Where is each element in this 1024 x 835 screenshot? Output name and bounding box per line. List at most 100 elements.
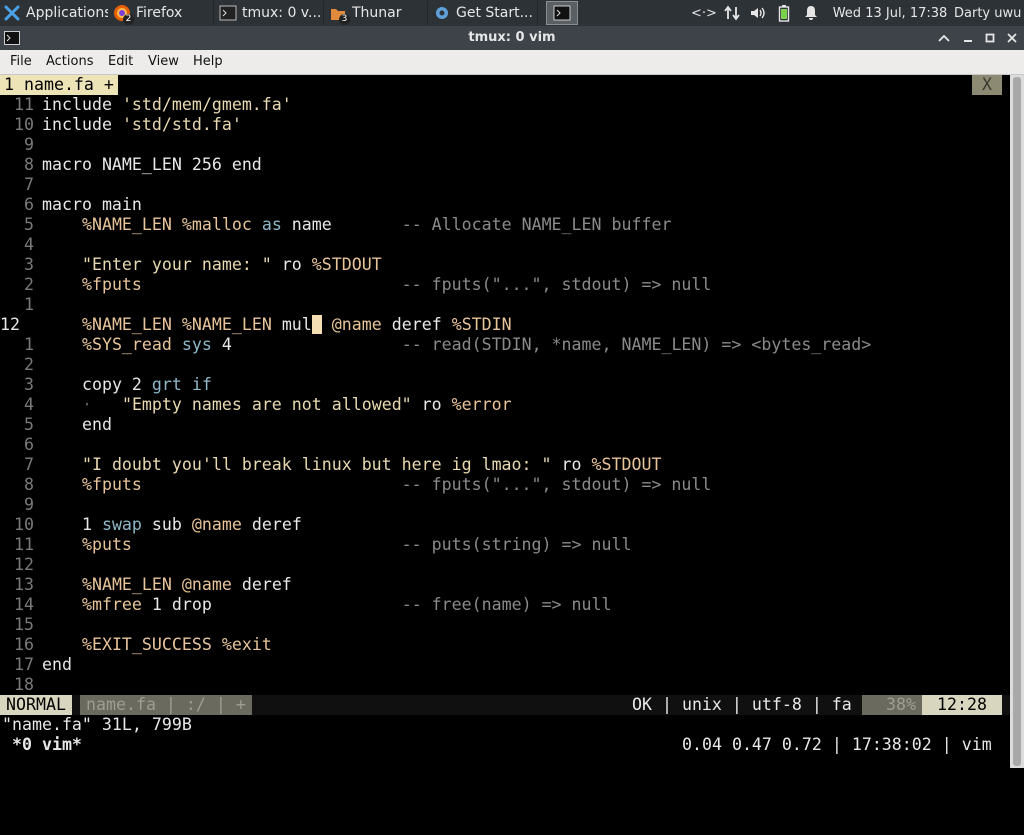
user-name: Darty uwu	[954, 5, 1022, 21]
xfce-logo-icon	[3, 4, 21, 22]
line-text: 1 swap sub @name deref	[42, 515, 302, 534]
vim-tab-name-fa[interactable]: 1 name.fa +	[0, 75, 118, 95]
line-number: 12	[14, 555, 34, 574]
vim-statusline: NORMAL name.fa | :/ | + OK | unix | utf-…	[0, 695, 1010, 715]
code-line[interactable]: 16 %EXIT_SUCCESS %exit	[0, 635, 272, 655]
code-line[interactable]: 9	[0, 495, 42, 515]
code-line[interactable]: 11 %puts -- puts(string) => null	[0, 535, 631, 555]
minimize-icon[interactable]	[958, 28, 978, 48]
code-line[interactable]: 1	[0, 295, 42, 315]
clock[interactable]: Wed 13 Jul, 17:38	[828, 0, 952, 26]
line-number: 4	[24, 395, 34, 414]
code-line[interactable]: 6 macro main	[0, 195, 142, 215]
code-line[interactable]: 14 %mfree 1 drop -- free(name) => null	[0, 595, 612, 615]
line-number: 3	[24, 375, 34, 394]
line-number: 17	[14, 655, 34, 674]
vim-mode: NORMAL	[0, 695, 72, 715]
line-text: %SYS_read sys 4 -- read(STDIN, *name, NA…	[81, 335, 872, 354]
top-panel: Applications 2 Firefox tmux: 0 v... 3 Th…	[0, 0, 1024, 26]
task-badge: 2	[123, 14, 134, 25]
active-terminal-button[interactable]	[546, 1, 578, 25]
line-text: %fputs -- fputs("...", stdout) => null	[81, 275, 712, 294]
window-titlebar[interactable]: tmux: 0 vim	[0, 26, 1024, 50]
line-number: 6	[24, 435, 34, 454]
code-line[interactable]: 5 %NAME_LEN %malloc as name -- Allocate …	[0, 215, 671, 235]
code-line[interactable]: 1 %SYS_read sys 4 -- read(STDIN, *name, …	[0, 335, 871, 355]
line-number: 7	[24, 175, 34, 194]
code-line[interactable]: 3 "Enter your name: " ro %STDOUT	[0, 255, 382, 275]
line-text: %puts -- puts(string) => null	[81, 535, 632, 554]
line-number: 3	[24, 255, 34, 274]
user-menu[interactable]: Darty uwu	[954, 0, 1024, 26]
text-cursor	[311, 315, 322, 334]
line-number: 10	[14, 115, 34, 134]
shade-icon[interactable]	[934, 28, 954, 48]
code-line[interactable]: 9	[0, 135, 42, 155]
menu-bar: File Actions Edit View Help	[0, 50, 1024, 75]
line-number: 5	[24, 415, 34, 434]
close-icon[interactable]	[1002, 28, 1022, 48]
vim-status-file: name.fa | :/ | +	[80, 695, 252, 715]
network-icon[interactable]: <·>	[690, 0, 718, 26]
code-line[interactable]: 8 macro NAME_LEN 256 end	[0, 155, 262, 175]
terminal-icon	[553, 4, 571, 22]
vim-status-info: OK | unix | utf-8 | fa	[632, 695, 852, 714]
code-line[interactable]: 2	[0, 355, 42, 375]
vim-message-line: "name.fa" 31L, 799B	[2, 715, 192, 734]
task-get-started[interactable]: Get Start...	[430, 1, 538, 25]
code-line[interactable]: 3 copy 2 grt if	[0, 375, 212, 395]
task-tmux[interactable]: tmux: 0 v...	[216, 1, 324, 25]
code-line[interactable]: 15	[0, 615, 42, 635]
line-text: %mfree 1 drop -- free(name) => null	[81, 595, 612, 614]
firefox-icon: 2	[113, 4, 134, 25]
line-text: end	[81, 415, 112, 434]
line-text: "Enter your name: " ro %STDOUT	[81, 255, 382, 274]
line-text: %NAME_LEN %malloc as name -- Allocate NA…	[81, 215, 672, 234]
line-number: 2	[24, 275, 34, 294]
menu-file[interactable]: File	[10, 54, 32, 69]
vim-tab-close-button[interactable]: X	[972, 75, 1002, 95]
code-line[interactable]: 17 end	[0, 655, 72, 675]
terminal-scrollbar[interactable]	[1010, 75, 1024, 768]
code-line[interactable]: 12	[0, 555, 42, 575]
transfer-arrows-icon[interactable]	[720, 0, 744, 26]
code-line[interactable]: 11 include 'std/mem/gmem.fa'	[0, 95, 292, 115]
menu-edit[interactable]: Edit	[108, 54, 133, 69]
notification-bell-icon[interactable]	[800, 0, 822, 26]
line-number: 9	[24, 135, 34, 154]
network-glyph: <·>	[691, 5, 717, 21]
line-text: copy 2 grt if	[81, 375, 212, 394]
code-line[interactable]: 2 %fputs -- fputs("...", stdout) => null	[0, 275, 711, 295]
applications-menu[interactable]: Applications	[0, 1, 108, 25]
scrollbar-thumb[interactable]	[1013, 77, 1021, 766]
code-line[interactable]: 6	[0, 435, 42, 455]
tmux-status-right: 0.04 0.47 0.72 | 17:38:02 | vim	[682, 735, 992, 754]
code-line[interactable]: 8 %fputs -- fputs("...", stdout) => null	[0, 475, 711, 495]
line-text: end	[42, 655, 72, 674]
battery-icon[interactable]	[774, 0, 794, 26]
applications-label: Applications	[26, 5, 108, 21]
code-line[interactable]: 10 1 swap sub @name deref	[0, 515, 302, 535]
code-line[interactable]: 18	[0, 675, 42, 695]
code-line[interactable]: 4	[0, 235, 42, 255]
tmux-window-list[interactable]: *0 vim*	[2, 735, 82, 755]
menu-help[interactable]: Help	[193, 54, 223, 69]
vim-tabline: 1 name.fa + X	[0, 75, 1010, 95]
vim-status-percent: 38%	[862, 695, 922, 715]
task-firefox[interactable]: 2 Firefox	[110, 1, 214, 25]
code-line[interactable]: 12 %NAME_LEN %NAME_LEN mul @name deref %…	[0, 315, 512, 335]
maximize-icon[interactable]	[980, 28, 1000, 48]
code-line[interactable]: 7	[0, 175, 42, 195]
code-line[interactable]: 10 include 'std/std.fa'	[0, 115, 242, 135]
line-number: 5	[24, 215, 34, 234]
code-line[interactable]: 13 %NAME_LEN @name deref	[0, 575, 292, 595]
menu-actions[interactable]: Actions	[46, 54, 94, 69]
code-line[interactable]: 7 "I doubt you'll break linux but here i…	[0, 455, 661, 475]
task-thunar[interactable]: 3 Thunar	[326, 1, 428, 25]
menu-view[interactable]: View	[148, 54, 179, 69]
line-text: macro main	[42, 195, 142, 214]
code-line[interactable]: 4 · "Empty names are not allowed" ro %er…	[0, 395, 512, 415]
terminal-area[interactable]: 1 name.fa + X 11 include 'std/mem/gmem.fa…	[0, 75, 1010, 768]
code-line[interactable]: 5 end	[0, 415, 112, 435]
volume-icon[interactable]	[746, 0, 770, 26]
